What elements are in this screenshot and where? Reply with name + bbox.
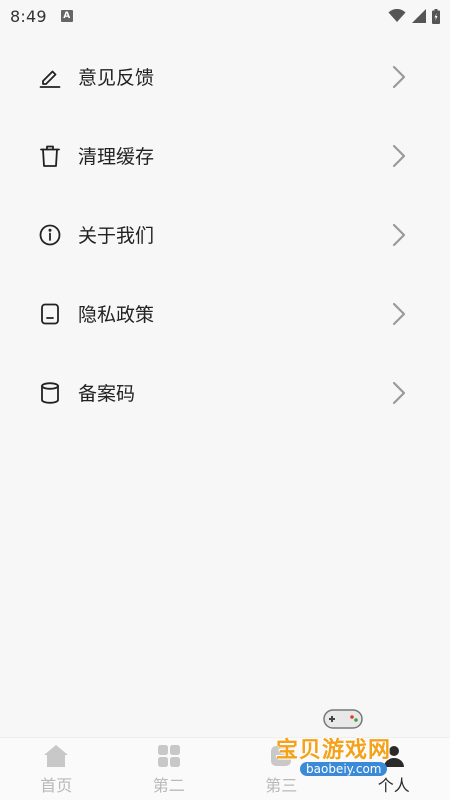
- grid-icon: [155, 743, 183, 769]
- cube-icon: [267, 743, 295, 769]
- chevron-right-icon: [392, 144, 406, 167]
- tab-personal[interactable]: 个人: [338, 738, 450, 800]
- menu-item-feedback[interactable]: 意见反馈: [0, 37, 450, 116]
- chevron-right-icon: [392, 223, 406, 246]
- chevron-right-icon: [392, 302, 406, 325]
- gamepad-icon: [323, 709, 363, 729]
- tab-label: 首页: [40, 775, 73, 795]
- trash-icon: [38, 144, 62, 168]
- menu-item-filing-code[interactable]: 备案码: [0, 353, 450, 432]
- menu-item-about-us[interactable]: 关于我们: [0, 195, 450, 274]
- home-icon: [42, 743, 70, 769]
- menu-item-label: 意见反馈: [78, 67, 155, 89]
- document-icon: [38, 302, 62, 326]
- settings-menu: 意见反馈 清理缓存 关于我们 隐私政策 备案码: [0, 37, 450, 432]
- status-time: 8:49: [10, 6, 47, 26]
- menu-item-clear-cache[interactable]: 清理缓存: [0, 116, 450, 195]
- tab-second[interactable]: 第二: [113, 738, 226, 800]
- bottom-tab-bar: 首页 第二 第三 个人: [0, 737, 450, 800]
- chevron-right-icon: [392, 65, 406, 88]
- menu-item-label: 隐私政策: [78, 304, 155, 326]
- menu-item-label: 关于我们: [78, 225, 155, 247]
- menu-item-label: 备案码: [78, 383, 136, 405]
- battery-icon: [432, 8, 440, 24]
- info-icon: [38, 223, 62, 247]
- tab-home[interactable]: 首页: [0, 738, 113, 800]
- database-icon: [38, 381, 62, 405]
- edit-icon: [38, 65, 62, 89]
- tab-label: 第三: [265, 775, 298, 795]
- menu-item-label: 清理缓存: [78, 146, 155, 168]
- menu-item-privacy-policy[interactable]: 隐私政策: [0, 274, 450, 353]
- status-bar: 8:49 A: [0, 0, 450, 32]
- notification-icon: A: [60, 10, 73, 22]
- chevron-right-icon: [392, 381, 406, 404]
- wifi-icon: [388, 9, 406, 22]
- tab-label: 个人: [377, 775, 410, 795]
- person-icon: [380, 743, 408, 769]
- signal-icon: [412, 9, 426, 23]
- tab-label: 第二: [152, 775, 185, 795]
- tab-third[interactable]: 第三: [225, 738, 338, 800]
